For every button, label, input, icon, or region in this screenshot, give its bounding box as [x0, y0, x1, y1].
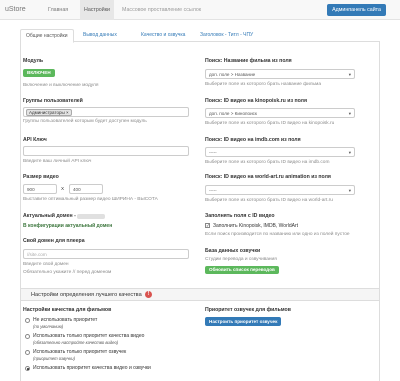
option-video-quality-priority[interactable]: Использовать только приоритет качества в…: [33, 333, 144, 339]
worldart-label: Поиск: ID видео на world-art.ru animatio…: [205, 174, 331, 180]
module-help: Включение и выключение модуля: [23, 83, 99, 88]
option-video-quality-note: (обязательно настройте качество видео): [33, 340, 119, 345]
brand-logo[interactable]: uStore: [5, 6, 26, 13]
nav-home[interactable]: Главная: [44, 0, 72, 20]
video-height-input[interactable]: 400: [69, 184, 103, 194]
fill-fields-label: Заполнять поля с ID видео: [205, 213, 275, 219]
worldart-select[interactable]: ----- ▾: [205, 185, 355, 195]
top-navbar: uStore Главная Настройки Массовое проста…: [0, 0, 400, 20]
tab-title-seo[interactable]: Заголовок - Титл - ЧПУ: [195, 29, 258, 42]
admin-panel-button[interactable]: Админпанель сайта: [327, 4, 386, 16]
groups-label: Группы пользователей: [23, 98, 83, 104]
quality-section-header: Настройки определения лучшего качества !: [21, 288, 379, 301]
tab-general[interactable]: Общие настройки: [20, 29, 74, 43]
player-domain-input[interactable]: //site.com: [23, 249, 189, 259]
groups-help: Группы пользователей которым будет досту…: [23, 119, 147, 124]
radio-video-quality-priority[interactable]: [25, 334, 30, 339]
option-no-priority-note: (по умолчанию): [33, 324, 64, 329]
title-field-select[interactable]: доп. поле > Название ▾: [205, 69, 355, 79]
kinopoisk-select[interactable]: доп. поле > Кинопоиск ▾: [205, 108, 355, 118]
option-voice-priority[interactable]: Использовать только приоритет озвучек: [33, 349, 126, 355]
title-field-value: доп. поле > Название: [209, 72, 256, 77]
option-voice-priority-note: (приоритет озвучки): [33, 356, 76, 361]
chevron-down-icon: ▾: [348, 111, 351, 116]
chevron-down-icon: ▾: [348, 72, 351, 77]
voice-db-label: База данных озвучки: [205, 248, 261, 254]
api-key-input[interactable]: [23, 146, 189, 156]
group-tag-remove-icon[interactable]: ×: [66, 110, 69, 115]
video-width-value: 900: [27, 187, 35, 192]
option-no-priority[interactable]: Не использовать приоритет: [33, 317, 97, 323]
title-field-label: Поиск: Название фильма из поля: [205, 58, 292, 64]
title-field-help: Выберите поле из которого брать название…: [205, 82, 322, 87]
kinopoisk-value: доп. поле > Кинопоиск: [209, 111, 257, 116]
video-size-label: Размер видео: [23, 174, 59, 180]
worldart-help: Выберите поле из которого брать ID видео…: [205, 198, 333, 203]
module-toggle-button[interactable]: ВКЛЮЧЕН: [23, 69, 55, 77]
nav-settings[interactable]: Настройки: [80, 0, 114, 20]
warning-icon: !: [145, 291, 152, 298]
update-voice-list-button[interactable]: Обновить список переводов: [205, 266, 279, 274]
nav-mass-links[interactable]: Массовое проставление ссылок: [118, 0, 205, 20]
fill-fields-help: Если поиск производится по названию или …: [205, 232, 350, 237]
domain-redacted: [77, 214, 105, 219]
radio-quality-and-voice[interactable]: [25, 366, 30, 371]
quality-section-title: Настройки определения лучшего качества: [31, 292, 142, 298]
imdb-value: -----: [209, 150, 217, 155]
groups-multiselect[interactable]: Администраторы ×: [23, 107, 189, 117]
player-domain-help-1: Введите свой домен: [23, 262, 69, 267]
chevron-down-icon: ▾: [348, 188, 351, 193]
module-label: Модуль: [23, 58, 44, 64]
fill-fields-checkbox[interactable]: ✓: [205, 223, 210, 228]
video-height-value: 400: [73, 187, 81, 192]
video-size-help: Выставите оптимальный размер видео ШИРИН…: [23, 197, 158, 202]
player-domain-placeholder: //site.com: [27, 252, 47, 257]
configure-voice-priority-button[interactable]: Настроить приоритет озвучек: [205, 317, 282, 326]
settings-tabs: Общие настройки Вывод данных Качество и …: [20, 29, 380, 43]
kinopoisk-label: Поиск: ID видео на kinopoisk.ru из поля: [205, 98, 307, 104]
tab-content-panel: Модуль ВКЛЮЧЕН Включение и выключение мо…: [20, 42, 380, 381]
imdb-select[interactable]: ----- ▾: [205, 147, 355, 157]
radio-voice-priority[interactable]: [25, 350, 30, 355]
film-quality-label: Настройки качества для фильмов: [23, 307, 112, 313]
voice-db-help: Студии перевода и озвучивания: [205, 257, 277, 262]
api-key-label: API Ключ: [23, 137, 47, 143]
imdb-help: Выберите поле из которого брать ID видео…: [205, 160, 330, 165]
radio-no-priority[interactable]: [25, 318, 30, 323]
group-tag: Администраторы ×: [26, 109, 72, 116]
voice-priority-label: Приоритет озвучек для фильмов: [205, 307, 291, 313]
domain-status: В конфигурации актуальный домен: [23, 223, 113, 229]
api-key-help: Введите ваш личный API ключ: [23, 159, 92, 164]
player-domain-label: Свой домен для плеера: [23, 238, 85, 244]
chevron-down-icon: ▾: [348, 150, 351, 155]
domain-label: Актуальный домен -: [23, 213, 76, 219]
tab-quality[interactable]: Качество и озвучка: [136, 29, 190, 42]
kinopoisk-help: Выберите поле из которого брать ID видео…: [205, 121, 335, 126]
video-size-separator: X: [61, 186, 65, 191]
tab-output[interactable]: Вывод данных: [78, 29, 122, 42]
player-domain-help-2: Обязательно укажите // перед доменом: [23, 270, 112, 275]
fill-fields-checkbox-label[interactable]: Заполнить Kinopoisk, IMDB, WorldArt: [213, 223, 298, 229]
worldart-value: -----: [209, 188, 217, 193]
video-width-input[interactable]: 900: [23, 184, 57, 194]
group-tag-label: Администраторы: [29, 110, 65, 115]
imdb-label: Поиск: ID видео на imdb.com из поля: [205, 137, 301, 143]
option-quality-and-voice[interactable]: Использовать приоритет качества видео и …: [33, 365, 151, 371]
